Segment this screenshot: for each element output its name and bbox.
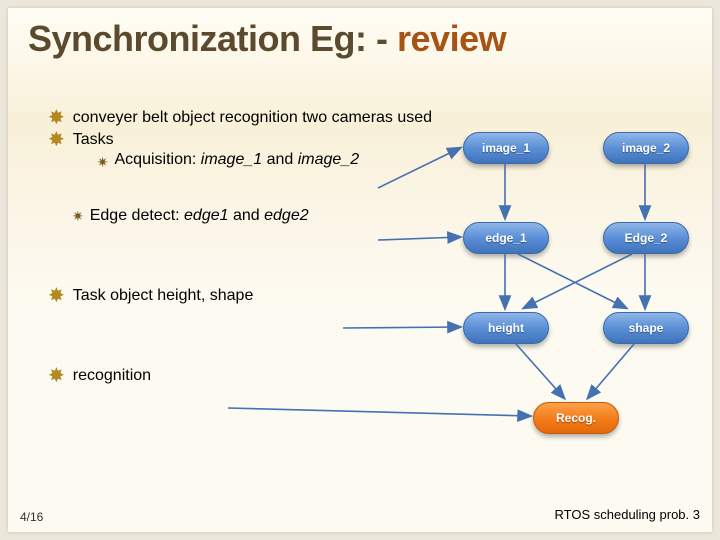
acq-it2: image_2 [298,151,359,168]
node-label: image_1 [482,141,530,155]
edge-it2: edge2 [264,207,309,224]
node-label: image_2 [622,141,670,155]
edge-mid: and [229,207,265,224]
node-edge-2: Edge_2 [603,222,689,254]
node-height: height [463,312,549,344]
node-image-2: image_2 [603,132,689,164]
body-text: ✸ conveyer belt object recognition two c… [48,108,438,388]
bullet-icon: ✸ [48,108,65,128]
acq-prefix: Acquisition: [115,151,201,168]
bullet-icon: ✷ [97,152,109,172]
node-shape: shape [603,312,689,344]
bullet-icon: ✸ [48,366,65,386]
bullet-4: ✸ Task object height, shape [48,286,438,306]
bullet-1-text: conveyer belt object recognition two cam… [73,108,432,128]
edge-it1: edge1 [184,207,229,224]
node-label: Edge_2 [625,231,668,245]
bullet-2a-text: Acquisition: image_1 and image_2 [115,150,360,170]
bullet-5: ✸ recognition [48,366,438,386]
node-image-1: image_1 [463,132,549,164]
edge-prefix: Edge detect: [90,207,184,224]
acq-mid: and [262,151,298,168]
node-label: height [488,321,524,335]
bullet-5-text: recognition [73,366,151,386]
slide-title: Synchronization Eg: - review [28,18,506,60]
footer-page-number: 4/16 [20,510,43,524]
bullet-2-text: Tasks [73,131,114,148]
bullet-2a: ✷ Acquisition: image_1 and image_2 [97,150,438,172]
node-label: shape [629,321,664,335]
bullet-1: ✸ conveyer belt object recognition two c… [48,108,438,128]
task-rest: object height, shape [106,287,254,304]
title-plain: Synchronization Eg: - [28,18,397,59]
node-label: Recog. [556,411,596,425]
node-edge-1: edge_1 [463,222,549,254]
footer-caption: RTOS scheduling prob. 3 [555,507,701,522]
bullet-icon: ✸ [48,130,65,150]
bullet-2: ✸ Tasks ✷ Acquisition: image_1 and image… [48,130,438,172]
bullet-icon: ✸ [48,286,65,306]
acq-it1: image_1 [201,151,262,168]
bullet-icon: ✷ [72,208,84,226]
bullet-3-text: Edge detect: edge1 and edge2 [90,206,309,226]
bullet-4-text: Task object height, shape [73,286,254,306]
node-label: edge_1 [485,231,526,245]
node-recog: Recog. [533,402,619,434]
task-prefix: Task [73,287,106,304]
title-accent: review [397,18,506,59]
bullet-3: ✷ Edge detect: edge1 and edge2 [72,206,438,226]
